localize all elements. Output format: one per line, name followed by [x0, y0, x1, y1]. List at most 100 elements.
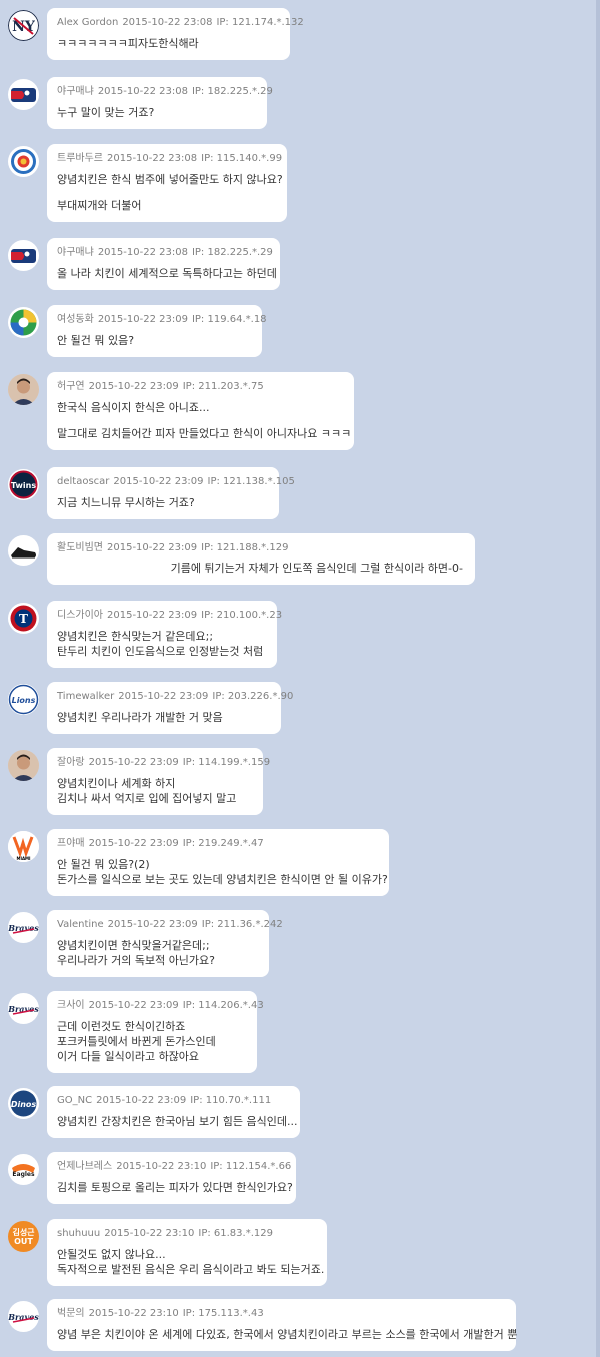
- comment-body: 안 될건 뭐 있음?(2) 돈가스를 일식으로 보는 곳도 있는데 양념치킨은 한…: [57, 857, 388, 887]
- twins-logo-icon[interactable]: Twins: [8, 469, 39, 500]
- comment-author[interactable]: 허구연: [57, 381, 85, 392]
- eagles-logo-icon[interactable]: Eagles: [8, 1154, 39, 1185]
- braves-logo-icon[interactable]: Braves: [8, 1301, 39, 1332]
- comment-author[interactable]: deltaoscar: [57, 476, 109, 487]
- comment-body: 김치를 토핑으로 올리는 피자가 있다면 한식인가요?: [57, 1180, 293, 1195]
- comment-ip: IP: 182.225.*.29: [191, 247, 273, 258]
- orange-badge-icon[interactable]: 김성근 OUT: [8, 1221, 39, 1252]
- comment-meta: Alex Gordon 2015-10-22 23:08 IP: 121.174.*…: [57, 16, 304, 30]
- comment-meta: 여성동화 2015-10-22 23:09 IP: 119.64.*.18: [57, 313, 267, 327]
- comment-text: 지금 치느니뮤 무시하는 거죠?: [57, 496, 195, 509]
- comment-author[interactable]: 야구매냐: [57, 86, 94, 97]
- rangers-logo-icon[interactable]: T: [8, 603, 39, 634]
- comment-meta: deltaoscar 2015-10-22 23:09 IP: 121.138.*.…: [57, 475, 295, 489]
- comment-timestamp: 2015-10-22 23:09: [113, 476, 204, 487]
- comment-author[interactable]: GO_NC: [57, 1095, 92, 1106]
- comment-text: 우리나라가 거의 독보적 아닌가요?: [57, 954, 216, 967]
- comment-author[interactable]: 트루바두르: [57, 153, 103, 164]
- comment-author[interactable]: Timewalker: [57, 691, 114, 702]
- comment-ip: IP: 114.199.*.159: [182, 757, 271, 768]
- braves-logo-icon[interactable]: Braves: [8, 993, 39, 1024]
- comment-timestamp: 2015-10-22 23:09: [107, 610, 198, 621]
- yankees-logo-icon[interactable]: NY: [8, 10, 39, 41]
- person-photo-icon[interactable]: [8, 374, 39, 405]
- comment-body: 양념치킨 우리나라가 개발한 거 맞음: [57, 710, 269, 725]
- comment-text: 올 나라 치킨이 세계적으로 독특하다고는 하던데: [57, 267, 277, 280]
- comment-text: 탄두리 치킨이 인도음식으로 인정받는것 처럼: [57, 645, 264, 658]
- marlins-logo-icon[interactable]: MIAMI: [8, 831, 39, 862]
- svg-text:Lions: Lions: [12, 696, 36, 705]
- comment-bubble: 허구연 2015-10-22 23:09 IP: 211.203.*.75 한국식 음…: [47, 372, 354, 450]
- mlb-logo-icon[interactable]: [8, 240, 39, 271]
- comment-text: 독자적으로 발전된 음식은 우리 음식이라고 봐도 되는거죠.: [57, 1263, 325, 1276]
- comment-body: 근데 이런것도 한식이긴하죠 포크커틀릿에서 바뀐게 돈가스인데 이거 다들 일식이…: [57, 1019, 245, 1064]
- comment-author[interactable]: 벅문의: [57, 1308, 85, 1319]
- comment-author[interactable]: 디스가이아: [57, 610, 103, 621]
- comment-bubble: Alex Gordon 2015-10-22 23:08 IP: 121.174.*…: [47, 8, 304, 60]
- sneaker-icon[interactable]: [8, 535, 39, 566]
- comment-author[interactable]: shuhuuu: [57, 1228, 100, 1239]
- comment-bubble: deltaoscar 2015-10-22 23:09 IP: 121.138.*.…: [47, 467, 295, 519]
- comment-timestamp: 2015-10-22 23:09: [88, 757, 179, 768]
- comment-meta: 크사이 2015-10-22 23:09 IP: 114.206.*.43: [57, 999, 264, 1013]
- comment-author[interactable]: 잘아랑: [57, 757, 85, 768]
- comment-body: 안될것도 없지 않나요... 독자적으로 발전된 음식은 우리 음식이라고 봐도 …: [57, 1247, 325, 1277]
- svg-text:Twins: Twins: [11, 481, 36, 490]
- comment-meta: Valentine 2015-10-22 23:09 IP: 211.36.*.24…: [57, 918, 283, 932]
- braves-logo-icon[interactable]: Braves: [8, 912, 39, 943]
- comment-author[interactable]: Alex Gordon: [57, 17, 118, 28]
- comment-timestamp: 2015-10-22 23:08: [122, 17, 213, 28]
- comment-timestamp: 2015-10-22 23:09: [97, 314, 188, 325]
- comment-author[interactable]: 프야매: [57, 838, 85, 849]
- comment-body: 누구 말이 맞는 거죠?: [57, 105, 255, 120]
- scrollbar-track[interactable]: [596, 0, 600, 1357]
- comment-meta: 활도비빔면 2015-10-22 23:09 IP: 121.188.*.129: [57, 541, 463, 555]
- comment-text: 김치를 토핑으로 올리는 피자가 있다면 한식인가요?: [57, 1181, 293, 1194]
- comment-text: 돈가스를 일식으로 보는 곳도 있는데 양념치킨은 한식이면 안 될 이유가?: [57, 873, 388, 886]
- comment-bubble: 여성동화 2015-10-22 23:09 IP: 119.64.*.18 안 될건 …: [47, 305, 267, 357]
- dinos-logo-icon[interactable]: Dinos: [8, 1088, 39, 1119]
- comment-text: 안 될건 뭐 있음?(2): [57, 858, 150, 871]
- comment-text: 양념치킨은 한식맞는거 같은데요;;: [57, 630, 214, 643]
- comment-bubble: 프야매 2015-10-22 23:09 IP: 219.249.*.47 안 될건 …: [47, 829, 389, 896]
- lions-logo-icon[interactable]: Lions: [8, 684, 39, 715]
- comment-bubble: 디스가이아 2015-10-22 23:09 IP: 210.100.*.23 양념치…: [47, 601, 282, 668]
- comment-author[interactable]: 여성동화: [57, 314, 94, 325]
- comment-body: 양념치킨은 한식맞는거 같은데요;; 탄두리 치킨이 인도음식으로 인정받는것 처…: [57, 629, 265, 659]
- baseball-classic-logo-icon[interactable]: [8, 146, 39, 177]
- comment-text: 양념치킨 간장치킨은 한국아님 보기 힘든 음식인데...: [57, 1115, 298, 1128]
- comment-text: 안 될건 뭐 있음?: [57, 334, 135, 347]
- svg-text:Dinos: Dinos: [11, 1100, 37, 1109]
- comment-ip: IP: 219.249.*.47: [182, 838, 264, 849]
- comment-author[interactable]: Valentine: [57, 919, 104, 930]
- comment-text: 양념치킨이면 한식맞을거같은데;;: [57, 939, 210, 952]
- comment-author[interactable]: 크사이: [57, 1000, 85, 1011]
- comment-ip: IP: 121.138.*.105: [207, 476, 295, 487]
- comment-body: 안 될건 뭐 있음?: [57, 333, 250, 348]
- comment-ip: IP: 61.83.*.129: [198, 1228, 273, 1239]
- wbc-logo-icon[interactable]: [8, 307, 39, 338]
- comment-ip: IP: 119.64.*.18: [191, 314, 267, 325]
- comment-author[interactable]: 언제나브레스: [57, 1161, 112, 1172]
- comment-author[interactable]: 야구매냐: [57, 247, 94, 258]
- comment-ip: IP: 210.100.*.23: [201, 610, 283, 621]
- svg-text:MIAMI: MIAMI: [16, 856, 31, 861]
- comment-timestamp: 2015-10-22 23:08: [97, 247, 188, 258]
- comment-body: ㅋㅋㅋㅋㅋㅋㅋ피자도한식해라: [57, 36, 278, 51]
- comment-text: 양념치킨이나 세계화 하지: [57, 777, 176, 790]
- comment-timestamp: 2015-10-22 23:09: [88, 381, 179, 392]
- comment-bubble: 트루바두르 2015-10-22 23:08 IP: 115.140.*.99 양념치…: [47, 144, 287, 222]
- comment-timestamp: 2015-10-22 23:09: [88, 1000, 179, 1011]
- comment-line-gap: [57, 415, 342, 426]
- comment-ip: IP: 110.70.*.111: [190, 1095, 272, 1106]
- comment-body: 양념치킨 간장치킨은 한국아님 보기 힘든 음식인데...: [57, 1114, 298, 1129]
- comment-ip: IP: 211.203.*.75: [182, 381, 264, 392]
- mlb-logo-icon[interactable]: [8, 79, 39, 110]
- person-photo-icon[interactable]: [8, 750, 39, 781]
- comment-author[interactable]: 활도비빔면: [57, 542, 103, 553]
- comment-ip: IP: 114.206.*.43: [182, 1000, 264, 1011]
- comment-body: 양념치킨이나 세계화 하지 김치나 싸서 억지로 입에 집어넣지 말고: [57, 776, 251, 806]
- comment-bubble: Valentine 2015-10-22 23:09 IP: 211.36.*.24…: [47, 910, 283, 977]
- comment-text: 양념치킨 우리나라가 개발한 거 맞음: [57, 711, 223, 724]
- comment-timestamp: 2015-10-22 23:09: [88, 838, 179, 849]
